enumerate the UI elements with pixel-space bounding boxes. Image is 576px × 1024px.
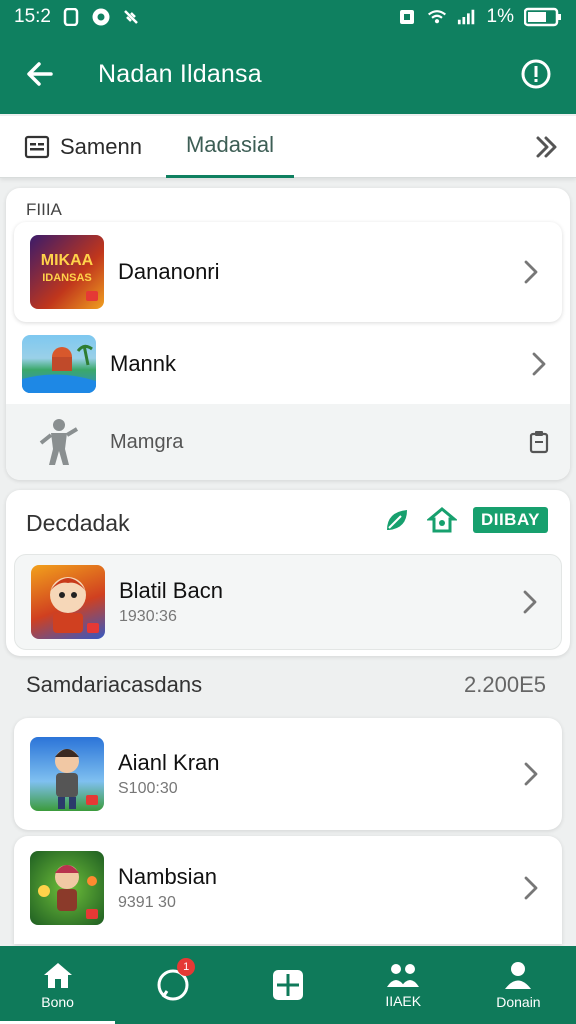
- more-tabs-button[interactable]: [516, 116, 576, 178]
- character-icon: [22, 413, 96, 471]
- chevron-right-icon: [524, 349, 554, 379]
- info-button[interactable]: [516, 54, 556, 94]
- arrow-left-icon: [27, 62, 53, 86]
- app-bar: Nadan Ildansa: [0, 34, 576, 114]
- item-subtitle: S100:30: [118, 780, 178, 797]
- item-name: Dananonri: [118, 259, 220, 284]
- nav-item-groups[interactable]: IIAEK: [346, 946, 461, 1024]
- notification-icon: [61, 7, 81, 27]
- signal-icon: [457, 7, 477, 27]
- profile-icon: [505, 962, 532, 989]
- list-item-card[interactable]: Aianl Kran S100:30: [14, 718, 562, 830]
- gear-house-icon: [426, 507, 457, 533]
- mute-icon: [121, 7, 141, 27]
- item-name: Mamgra: [110, 430, 184, 453]
- svg-text:IDANSAS: IDANSAS: [42, 272, 92, 284]
- list-item[interactable]: Nambsian 9391 30: [14, 836, 562, 940]
- svg-text:MIKAA: MIKAA: [41, 252, 94, 269]
- status-time: 15:2: [14, 6, 51, 27]
- section-card-2: Decdadak DIIBAY Blatil Bacn 1930:36: [6, 490, 570, 656]
- nav-label: Donain: [496, 994, 541, 1010]
- chevron-right-icon: [516, 873, 546, 903]
- list-item[interactable]: Aianl Kran S100:30: [14, 718, 562, 830]
- back-button[interactable]: [20, 54, 60, 94]
- item-name: Nambsian: [118, 864, 218, 889]
- game-thumbnail: [30, 851, 104, 925]
- leaf-icon: [386, 510, 407, 530]
- tab-samenn[interactable]: Samenn: [0, 116, 166, 178]
- page-title: Nadan Ildansa: [98, 59, 262, 88]
- section-value: 2.200E5: [464, 672, 546, 697]
- battery-icon: [524, 7, 562, 27]
- home-icon: [43, 963, 72, 988]
- info-icon: [521, 59, 551, 89]
- double-chevron-right-icon: [536, 136, 557, 157]
- section-badges: DIIBAY: [383, 506, 548, 534]
- tab-label: Samenn: [60, 133, 142, 159]
- battery-percent: 1%: [486, 6, 514, 27]
- group-icon: [387, 964, 420, 987]
- list-item[interactable]: MIKAA IDANSAS Dananonri: [14, 222, 562, 322]
- section-label: Samdariacasdans: [26, 672, 203, 697]
- nav-label: Bono: [41, 994, 74, 1010]
- list-item[interactable]: Mamgra: [6, 404, 570, 480]
- game-thumbnail: [31, 565, 105, 639]
- status-bar: 15:2 1%: [0, 0, 576, 34]
- screenshot-icon: [397, 7, 417, 27]
- item-subtitle: 1930:36: [119, 608, 177, 625]
- list-item[interactable]: Mannk: [6, 324, 570, 404]
- list-icon: [24, 135, 50, 158]
- chevron-right-icon: [515, 587, 545, 617]
- game-thumbnail: MIKAA IDANSAS: [30, 235, 104, 309]
- item-name: Blatil Bacn: [119, 578, 223, 603]
- nav-item-profile[interactable]: Donain: [461, 946, 576, 1024]
- bottom-nav: Bono 1 IIAEK Donain: [0, 946, 576, 1024]
- game-thumbnail: [22, 335, 96, 393]
- notification-badge: 1: [177, 958, 196, 976]
- item-name: Aianl Kran: [118, 750, 220, 775]
- nav-item-grid[interactable]: [230, 946, 345, 1024]
- chevron-right-icon: [516, 257, 546, 287]
- item-name: Mannk: [110, 351, 177, 376]
- grid-icon: [273, 970, 303, 1000]
- app-notification-icon: [91, 7, 111, 27]
- clipboard-icon[interactable]: [524, 427, 554, 457]
- nav-label: IIAEK: [385, 993, 422, 1009]
- item-subtitle: 9391 30: [118, 894, 176, 911]
- tab-label: Madasial: [185, 132, 274, 157]
- tab-bar: Samenn Madasial: [0, 116, 576, 178]
- nav-item-chat[interactable]: 1: [115, 946, 230, 1024]
- game-thumbnail: [30, 737, 104, 811]
- list-item-card[interactable]: Nambsian 9391 30: [14, 836, 562, 944]
- section-card-1: FIIIA MIKAA IDANSAS Dananonri Mannk Mamg…: [6, 188, 570, 480]
- wifi-icon: [427, 7, 447, 27]
- list-item[interactable]: Blatil Bacn 1930:36: [14, 554, 562, 650]
- status-badge: DIIBAY: [472, 507, 548, 533]
- chevron-right-icon: [516, 759, 546, 789]
- section-label: Decdadak: [26, 510, 130, 536]
- section-label: FIIIA: [26, 200, 62, 219]
- nav-item-home[interactable]: Bono: [0, 946, 116, 1024]
- tab-madasial[interactable]: Madasial: [165, 116, 294, 178]
